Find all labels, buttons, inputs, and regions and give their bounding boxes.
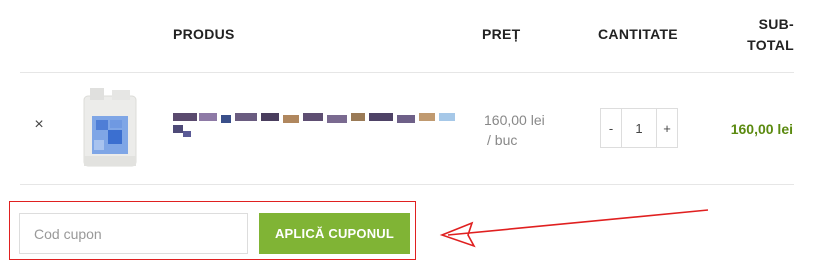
remove-item-icon[interactable]: × bbox=[30, 116, 48, 134]
unit-price-unit: / buc bbox=[487, 132, 518, 148]
header-subtotal: SUB- TOTAL bbox=[747, 14, 794, 56]
coupon-code-input[interactable] bbox=[19, 213, 248, 254]
table-divider-top bbox=[20, 72, 794, 73]
apply-coupon-button[interactable]: APLICĂ CUPONUL bbox=[259, 213, 410, 254]
annotation-arrow-icon bbox=[439, 209, 709, 248]
unit-price-value: 160,00 lei bbox=[484, 112, 545, 128]
table-divider-bottom bbox=[20, 184, 794, 185]
header-subtotal-line1: SUB- bbox=[758, 16, 794, 32]
product-name-pixelated[interactable] bbox=[173, 113, 455, 143]
quantity-decrement-button[interactable]: - bbox=[601, 109, 621, 147]
header-quantity: CANTITATE bbox=[598, 26, 678, 42]
header-price: PREȚ bbox=[482, 26, 521, 42]
unit-price: 160,00 lei / buc bbox=[484, 110, 545, 150]
quantity-value[interactable]: 1 bbox=[621, 109, 657, 147]
product-canister-icon[interactable] bbox=[80, 86, 138, 168]
quantity-increment-button[interactable]: + bbox=[657, 109, 677, 147]
header-subtotal-line2: TOTAL bbox=[747, 37, 794, 53]
quantity-stepper[interactable]: - 1 + bbox=[600, 108, 678, 148]
header-product: PRODUS bbox=[173, 26, 235, 42]
line-subtotal: 160,00 lei bbox=[730, 121, 793, 137]
